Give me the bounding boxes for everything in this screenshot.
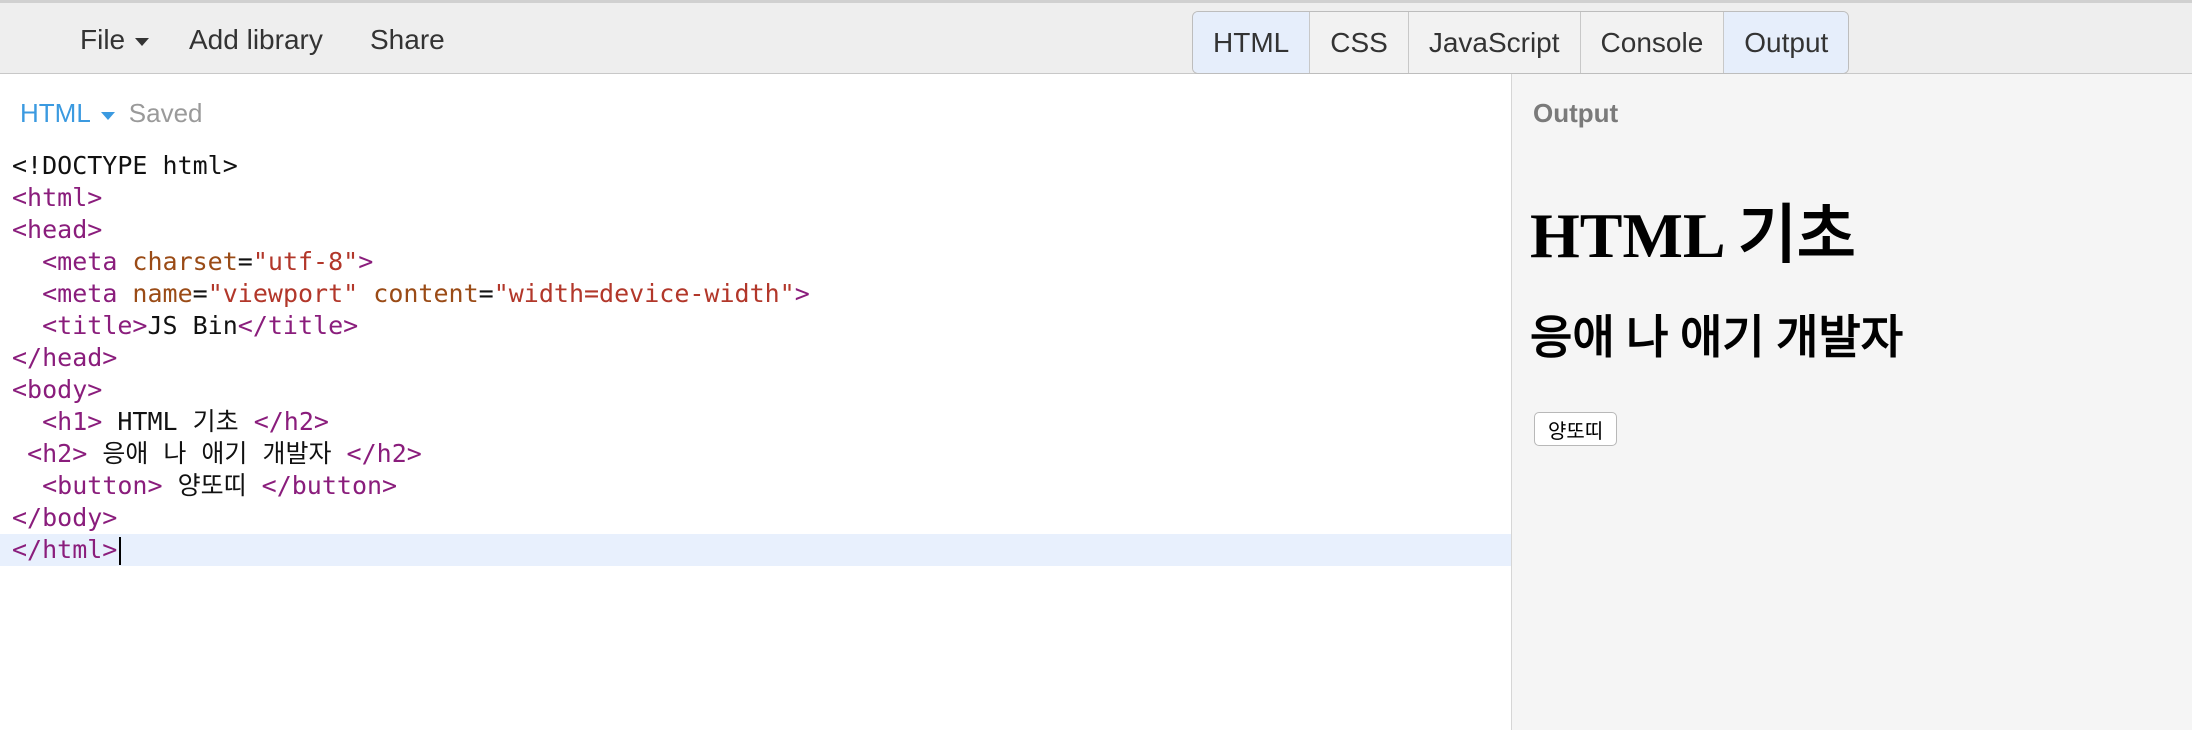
- code-tag: >: [794, 279, 810, 308]
- code-tag: </button>: [261, 471, 398, 500]
- output-panel-label: Output: [1533, 98, 1619, 128]
- code-equals: =: [237, 247, 253, 276]
- code-string: "width=device-width": [493, 279, 795, 308]
- code-tag: </title>: [237, 311, 359, 340]
- tab-javascript[interactable]: JavaScript: [1409, 12, 1581, 73]
- tab-console[interactable]: Console: [1581, 12, 1725, 73]
- tab-html[interactable]: HTML: [1193, 12, 1311, 73]
- code-string: "viewport": [207, 279, 359, 308]
- code-tag: <h2>: [27, 439, 88, 468]
- code-line[interactable]: <h1> HTML 기초 </h2>: [0, 406, 1511, 438]
- file-menu-label: File: [80, 24, 126, 55]
- tab-output[interactable]: Output: [1724, 12, 1849, 73]
- toolbar: File Add library Share HTML CSS JavaScri…: [0, 0, 2192, 74]
- share-button[interactable]: Share: [370, 3, 445, 77]
- code-text: 양또띠: [162, 471, 262, 500]
- code-line[interactable]: <meta name="viewport" content="width=dev…: [0, 278, 1511, 310]
- save-status: Saved: [128, 98, 203, 128]
- code-line[interactable]: <!DOCTYPE html>: [0, 150, 1511, 182]
- code-line[interactable]: <html>: [0, 182, 1511, 214]
- code-tag: <meta: [42, 279, 133, 308]
- language-label: HTML: [20, 98, 91, 128]
- code-line[interactable]: <body>: [0, 374, 1511, 406]
- output-heading-1: HTML 기초: [1530, 200, 1856, 271]
- code-line-current[interactable]: </html>: [0, 534, 1511, 566]
- code-tag: <body>: [12, 375, 103, 404]
- code-tag: </html>: [12, 535, 118, 564]
- code-tag: <button>: [42, 471, 163, 500]
- code-tag: </head>: [12, 343, 118, 372]
- code-line[interactable]: </body>: [0, 502, 1511, 534]
- code-tag: </h2>: [253, 407, 329, 436]
- code-attribute: charset: [132, 247, 238, 276]
- code-line[interactable]: <head>: [0, 214, 1511, 246]
- code-line[interactable]: <title>JS Bin</title>: [0, 310, 1511, 342]
- add-library-button[interactable]: Add library: [189, 3, 323, 77]
- code-tag: <html>: [12, 183, 103, 212]
- code-tag: <h1>: [42, 407, 103, 436]
- panel-toggle-group: HTML CSS JavaScript Console Output: [1192, 11, 1850, 74]
- code-tag: </body>: [12, 503, 118, 532]
- output-heading-2: 응애 나 애기 개발자: [1530, 312, 1904, 363]
- chevron-down-icon: [135, 38, 150, 46]
- code-attribute: name: [132, 279, 193, 308]
- doctype: <!DOCTYPE html>: [12, 151, 238, 180]
- code-text: HTML 기초: [102, 407, 254, 436]
- code-tag: <meta: [42, 247, 133, 276]
- language-select[interactable]: HTML: [20, 98, 115, 129]
- code-text: 응애 나 애기 개발자: [87, 439, 347, 468]
- html-editor-panel: HTML Saved <!DOCTYPE html> <html> <head>…: [0, 74, 1511, 730]
- code-tag: <head>: [12, 215, 103, 244]
- code-equals: =: [192, 279, 208, 308]
- chevron-down-icon: [100, 111, 115, 120]
- code-line[interactable]: <button> 양또띠 </button>: [0, 470, 1511, 502]
- code-line[interactable]: <h2> 응애 나 애기 개발자 </h2>: [0, 438, 1511, 470]
- output-panel: Output HTML 기초 응애 나 애기 개발자 양또띠: [1512, 74, 2192, 730]
- tab-css[interactable]: CSS: [1310, 12, 1409, 73]
- code-equals: =: [478, 279, 494, 308]
- output-button[interactable]: 양또띠: [1534, 412, 1618, 446]
- code-editor[interactable]: <!DOCTYPE html> <html> <head> <meta char…: [0, 150, 1511, 566]
- code-tag: <title>: [42, 311, 148, 340]
- file-menu[interactable]: File: [80, 3, 150, 77]
- code-attribute: content: [373, 279, 479, 308]
- text-cursor: [119, 537, 122, 565]
- code-line[interactable]: </head>: [0, 342, 1511, 374]
- editor-header: HTML Saved: [20, 98, 203, 129]
- code-string: "utf-8": [252, 247, 359, 276]
- code-line[interactable]: <meta charset="utf-8">: [0, 246, 1511, 278]
- code-text: JS Bin: [147, 311, 238, 340]
- code-tag: </h2>: [346, 439, 422, 468]
- code-tag: >: [358, 247, 374, 276]
